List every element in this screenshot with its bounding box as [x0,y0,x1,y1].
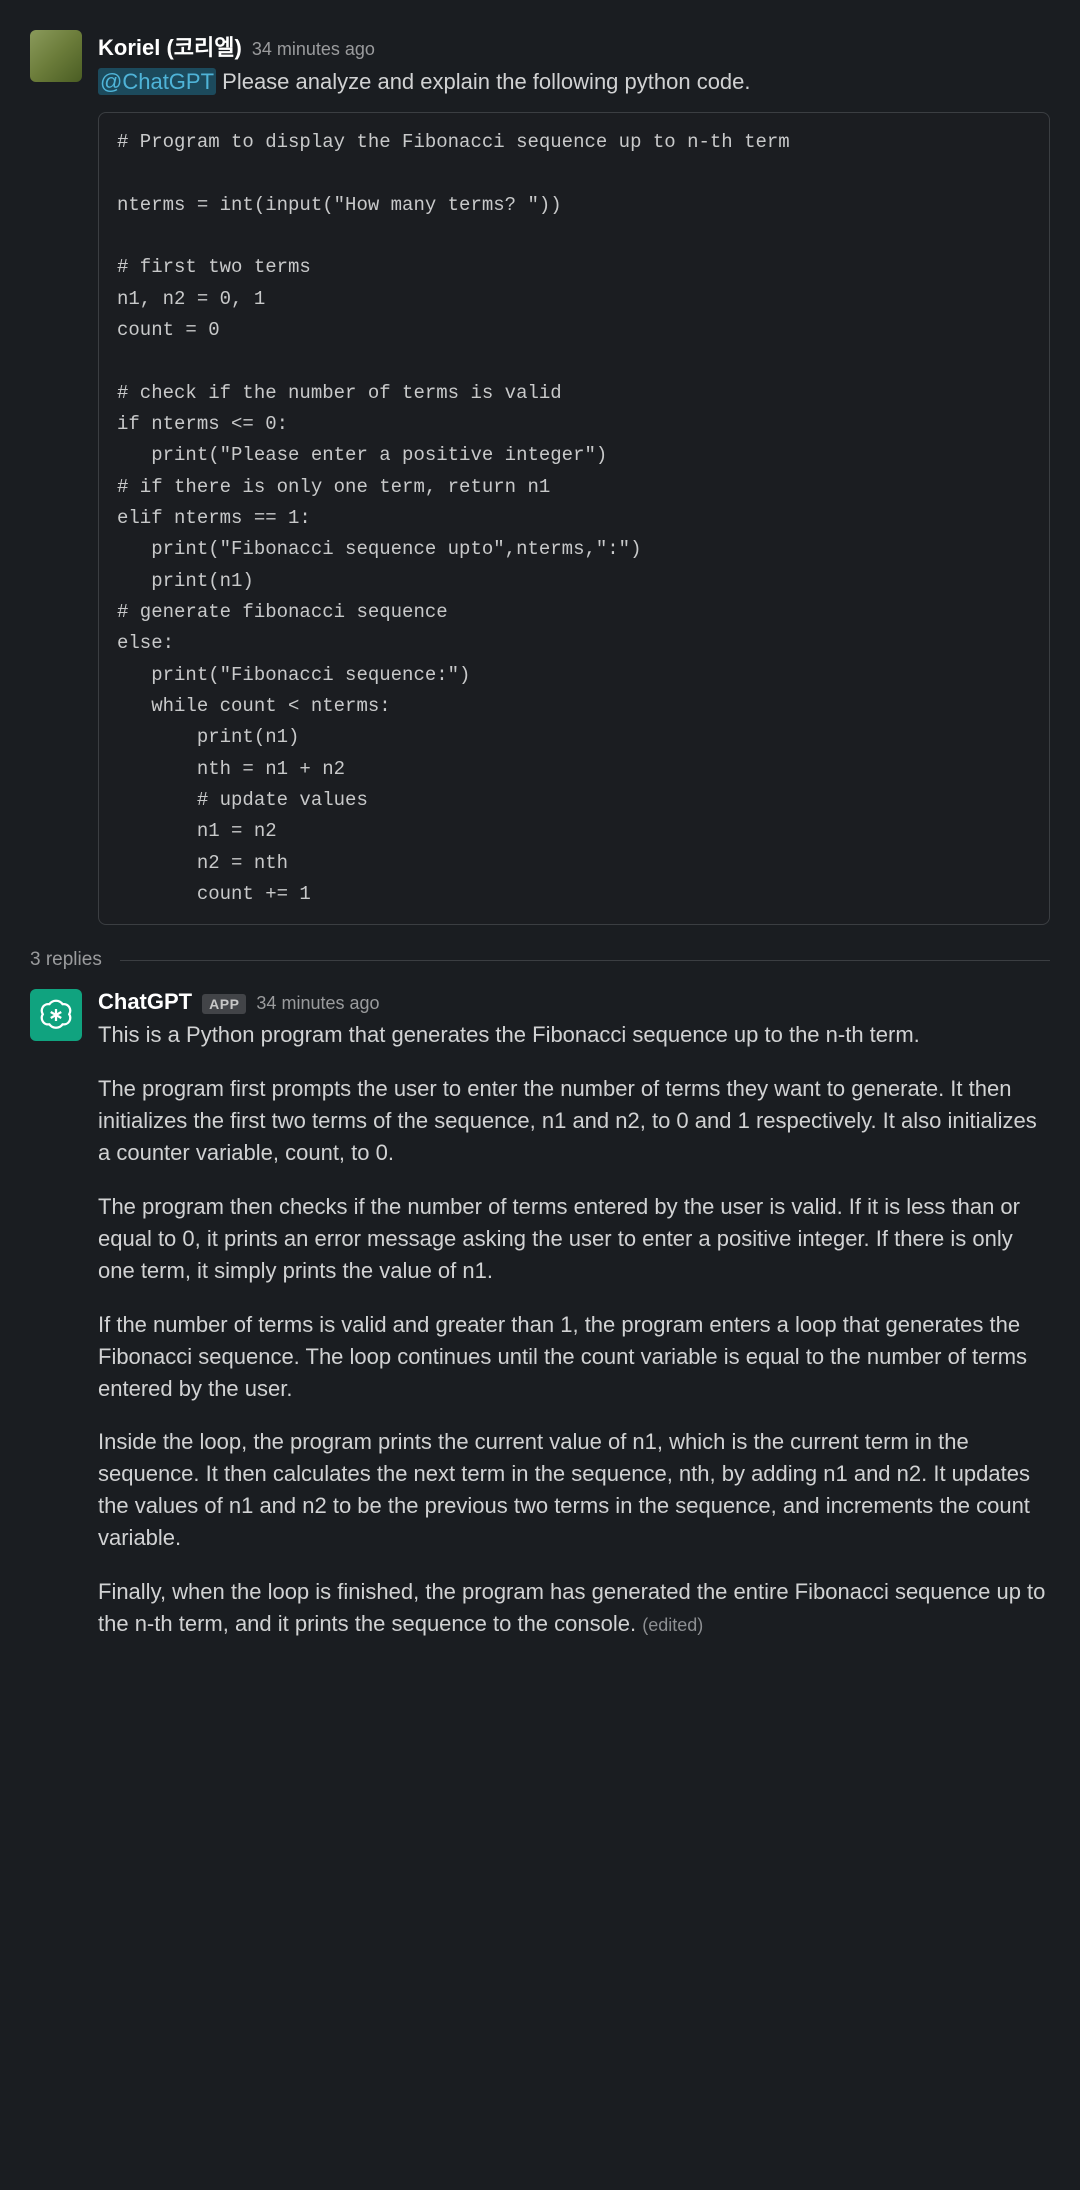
message-koriel: Koriel (코리엘) 34 minutes ago @ChatGPT Ple… [30,30,1050,925]
reply-paragraph-text: Finally, when the loop is finished, the … [98,1579,1045,1636]
message-text-content: Please analyze and explain the following… [216,69,750,94]
reply-text: This is a Python program that generates … [98,1019,1050,1639]
message-chatgpt: ChatGPT APP 34 minutes ago This is a Pyt… [30,989,1050,1639]
replies-divider: 3 replies [30,949,1050,971]
message-text: @ChatGPT Please analyze and explain the … [98,66,1050,98]
app-badge: APP [202,994,246,1014]
mention-chatgpt[interactable]: @ChatGPT [98,68,216,95]
reply-paragraph: The program first prompts the user to en… [98,1073,1050,1169]
avatar-chatgpt[interactable] [30,989,82,1041]
timestamp[interactable]: 34 minutes ago [256,993,379,1014]
reply-paragraph: If the number of terms is valid and grea… [98,1309,1050,1405]
avatar-koriel[interactable] [30,30,82,82]
message-header: ChatGPT APP 34 minutes ago [98,989,1050,1015]
reply-paragraph: Inside the loop, the program prints the … [98,1426,1050,1554]
divider-line [120,960,1050,961]
edited-label: (edited) [642,1615,703,1635]
message-body: Koriel (코리엘) 34 minutes ago @ChatGPT Ple… [98,30,1050,925]
message-header: Koriel (코리엘) 34 minutes ago [98,30,1050,62]
openai-logo-icon [38,997,74,1033]
username[interactable]: ChatGPT [98,989,192,1015]
timestamp[interactable]: 34 minutes ago [252,39,375,60]
username[interactable]: Koriel (코리엘) [98,30,242,62]
reply-paragraph: Finally, when the loop is finished, the … [98,1576,1050,1640]
reply-paragraph: The program then checks if the number of… [98,1191,1050,1287]
replies-count: 3 replies [30,949,102,971]
reply-paragraph: This is a Python program that generates … [98,1019,1050,1051]
message-body: ChatGPT APP 34 minutes ago This is a Pyt… [98,989,1050,1639]
code-block: # Program to display the Fibonacci seque… [98,112,1050,926]
